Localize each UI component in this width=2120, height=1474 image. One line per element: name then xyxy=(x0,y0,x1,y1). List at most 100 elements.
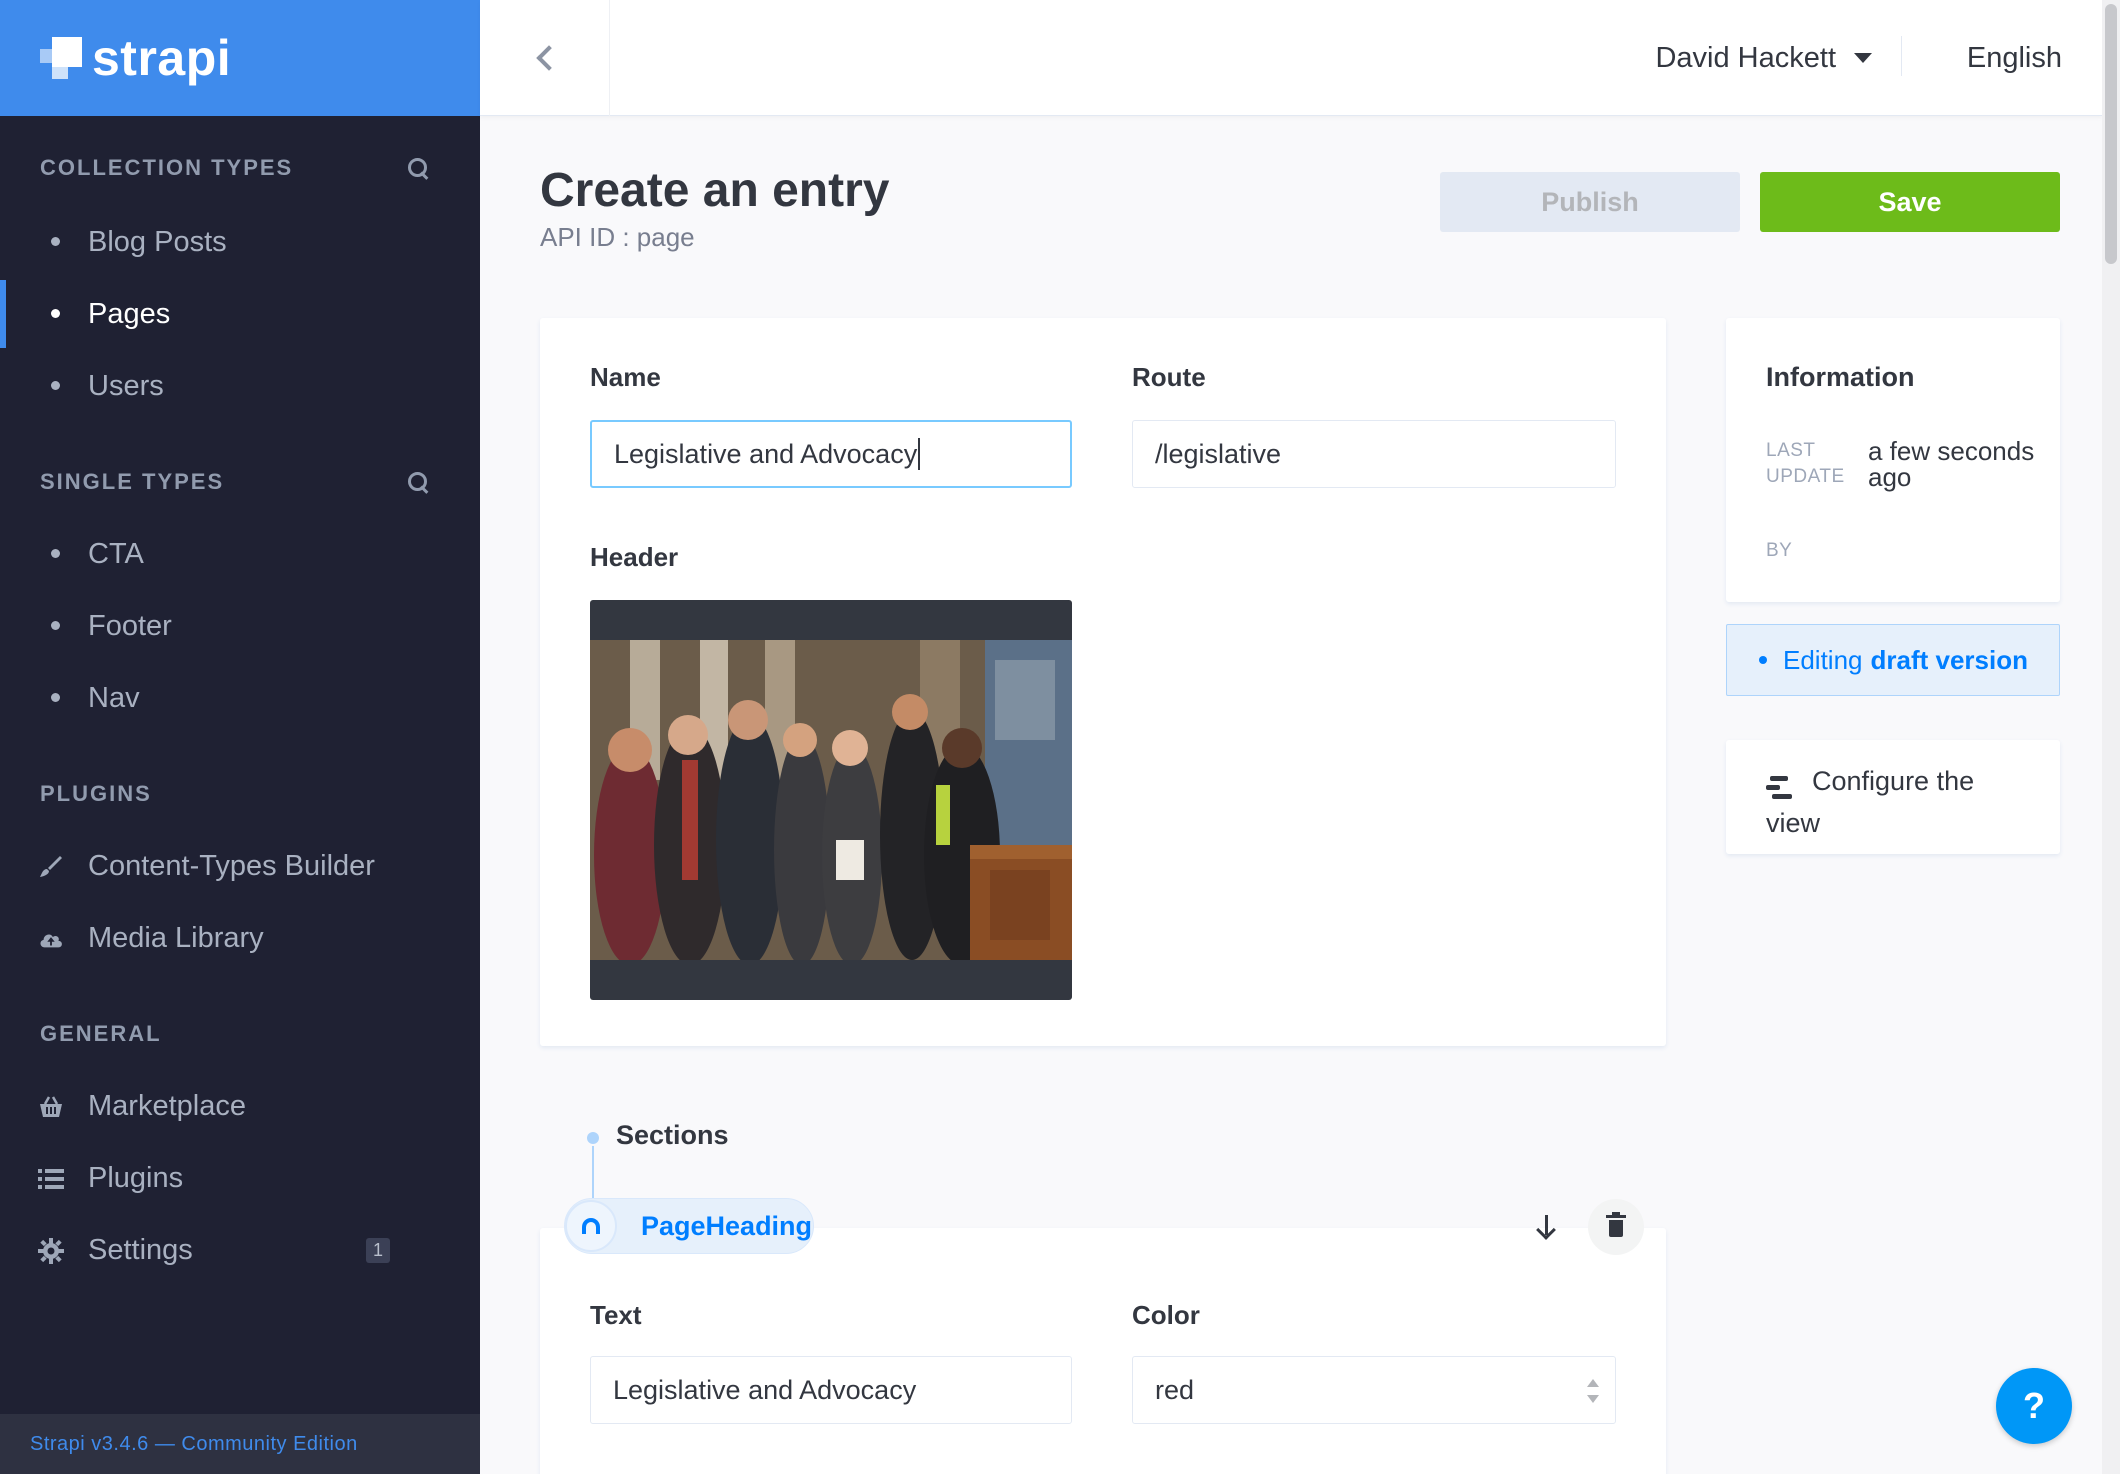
sidebar-item-label: Marketplace xyxy=(88,1089,246,1122)
back-button[interactable] xyxy=(480,0,610,116)
sidebar-item-label: CTA xyxy=(88,537,144,570)
component-name: PageHeading xyxy=(641,1210,813,1241)
sidebar-menu: Collection Types Blog Posts Pages Users … xyxy=(0,116,480,1414)
bullet-icon xyxy=(51,309,60,318)
last-update-key-line1: Last xyxy=(1766,440,1816,461)
information-card: Information Last Update a few seconds ag… xyxy=(1726,318,2060,602)
sidebar-item-label: Pages xyxy=(88,297,171,330)
bullet-icon xyxy=(51,621,60,630)
draft-prefix: Editing xyxy=(1783,644,1863,675)
basket-icon xyxy=(38,1094,64,1120)
sidebar-item-label: Nav xyxy=(88,681,140,714)
section-title-label: Plugins xyxy=(40,781,152,806)
bullet-icon xyxy=(51,549,60,558)
brand-header[interactable]: strapi xyxy=(0,0,480,116)
headphones-icon xyxy=(565,1200,617,1252)
user-menu[interactable]: David Hackett xyxy=(1655,0,1872,116)
sidebar-item-content-types-builder[interactable]: Content-Types Builder xyxy=(0,830,480,902)
sidebar-item-label: Blog Posts xyxy=(88,225,227,258)
version-footer[interactable]: Strapi v3.4.6 — Community Edition xyxy=(0,1414,480,1474)
sidebar-item-label: Content-Types Builder xyxy=(88,849,375,882)
section-title-label: Single Types xyxy=(40,469,225,494)
header-image[interactable] xyxy=(590,640,1072,960)
header-label: Header xyxy=(590,542,679,572)
search-icon[interactable] xyxy=(406,156,430,180)
paintbrush-icon xyxy=(38,854,64,880)
sidebar-item-label: Footer xyxy=(88,609,172,642)
section-title-general: General xyxy=(0,1012,480,1056)
sidebar-item-media-library[interactable]: Media Library xyxy=(0,902,480,974)
strapi-logo-icon xyxy=(40,37,82,79)
text-input-value: Legislative and Advocacy xyxy=(613,1374,917,1405)
information-title: Information xyxy=(1766,362,1915,392)
photo-people-podium xyxy=(590,640,1072,960)
sidebar-item-cta[interactable]: CTA xyxy=(0,518,480,590)
section-title-single-types: Single Types xyxy=(0,460,480,504)
bullet-icon xyxy=(51,381,60,390)
sidebar-item-settings[interactable]: Settings 1 xyxy=(0,1214,480,1286)
topbar: David Hackett English xyxy=(480,0,2102,116)
delete-component-button[interactable] xyxy=(1588,1199,1644,1255)
search-icon[interactable] xyxy=(406,470,430,494)
caret-down-icon xyxy=(1854,53,1872,63)
trash-icon xyxy=(1609,1220,1623,1237)
last-update-key: Last Update xyxy=(1766,438,1845,490)
name-label: Name xyxy=(590,362,661,392)
user-name: David Hackett xyxy=(1655,41,1836,74)
color-label: Color xyxy=(1132,1300,1200,1330)
text-label: Text xyxy=(590,1300,642,1330)
color-select[interactable]: red xyxy=(1132,1356,1616,1424)
sidebar-item-plugins[interactable]: Plugins xyxy=(0,1142,480,1214)
by-key: By xyxy=(1766,540,1793,561)
timeline-dot xyxy=(587,1132,599,1144)
language-selector[interactable]: English xyxy=(1967,0,2062,116)
scrollbar-thumb[interactable] xyxy=(2105,4,2117,264)
sidebar-item-users[interactable]: Users xyxy=(0,350,480,422)
brand-name: strapi xyxy=(92,30,232,86)
list-icon xyxy=(38,1166,64,1192)
sidebar-item-blog-posts[interactable]: Blog Posts xyxy=(0,206,480,278)
select-arrows-icon xyxy=(1587,1379,1599,1403)
sections-title: Sections xyxy=(616,1120,729,1150)
bullet-icon xyxy=(51,237,60,246)
gear-icon xyxy=(38,1238,64,1264)
chevron-left-icon xyxy=(535,45,562,71)
divider xyxy=(1901,36,1902,76)
entry-form-card: Name Legislative and Advocacy Route /leg… xyxy=(540,318,1666,1046)
help-button[interactable]: ? xyxy=(1996,1368,2072,1444)
cloud-upload-icon xyxy=(38,926,64,952)
api-id-subtitle: API ID : page xyxy=(540,222,695,252)
sidebar-item-label: Plugins xyxy=(88,1161,184,1194)
publish-button[interactable]: Publish xyxy=(1440,172,1740,232)
component-toggle[interactable]: PageHeading xyxy=(564,1198,814,1254)
sidebar-item-footer[interactable]: Footer xyxy=(0,590,480,662)
route-input-value: /legislative xyxy=(1155,438,1282,469)
save-button[interactable]: Save xyxy=(1760,172,2060,232)
name-input-value: Legislative and Advocacy xyxy=(614,438,918,469)
sidebar-item-nav[interactable]: Nav xyxy=(0,662,480,734)
section-title-plugins: Plugins xyxy=(0,772,480,816)
move-down-button[interactable] xyxy=(1518,1199,1574,1255)
section-title-label: Collection Types xyxy=(40,155,294,180)
name-input[interactable]: Legislative and Advocacy xyxy=(590,420,1072,488)
bullet-icon xyxy=(51,693,60,702)
timeline-line xyxy=(592,1146,594,1198)
page-scrollbar[interactable] xyxy=(2102,0,2120,1474)
last-update-key-line2: Update xyxy=(1766,466,1845,487)
last-update-value: a few seconds ago xyxy=(1868,436,2035,492)
sidebar-item-label: Users xyxy=(88,369,164,402)
page-title: Create an entry xyxy=(540,164,890,217)
text-cursor xyxy=(918,438,921,470)
text-input[interactable]: Legislative and Advocacy xyxy=(590,1356,1072,1424)
route-input[interactable]: /legislative xyxy=(1132,420,1616,488)
header-media-field[interactable] xyxy=(590,600,1072,1000)
sidebar-item-pages[interactable]: Pages xyxy=(0,278,480,350)
draft-version-banner: Editing draft version xyxy=(1726,624,2060,696)
configure-view-link[interactable]: Configure the view xyxy=(1726,740,2060,854)
configure-view-label: Configure the view xyxy=(1766,766,1975,838)
draft-strong: draft version xyxy=(1870,644,2029,675)
sidebar-item-marketplace[interactable]: Marketplace xyxy=(0,1070,480,1142)
sidebar-item-label: Settings xyxy=(88,1233,193,1266)
section-title-label: General xyxy=(40,1021,162,1046)
sidebar: strapi Collection Types Blog Posts Pages… xyxy=(0,0,480,1474)
